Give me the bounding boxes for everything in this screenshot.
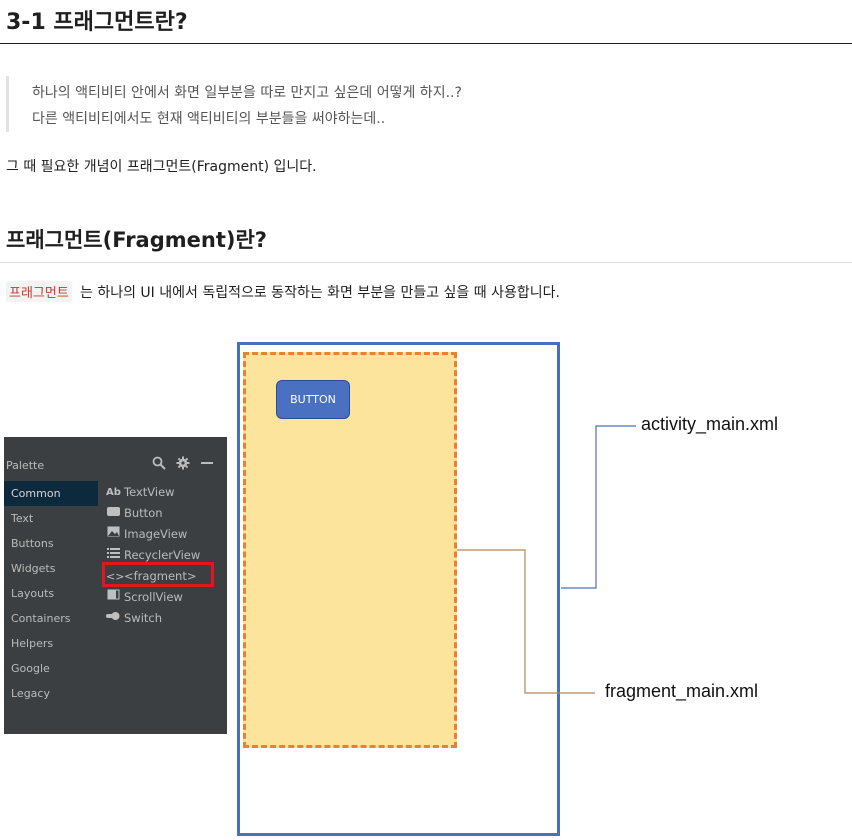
fragment-leader-line: [457, 549, 595, 694]
fragment-label: fragment_main.xml: [605, 681, 759, 701]
activity-leader-line: [561, 425, 636, 589]
activity-label: activity_main.xml: [641, 414, 779, 434]
